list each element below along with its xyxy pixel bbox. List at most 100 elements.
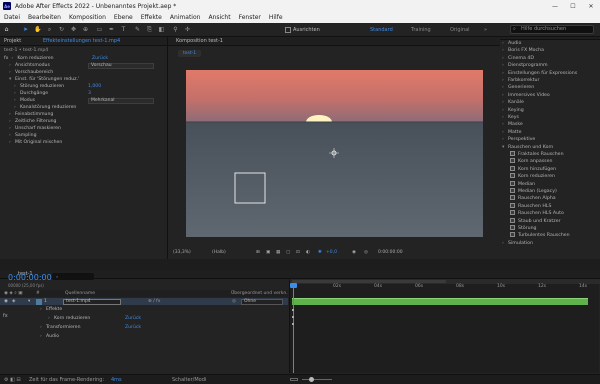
audio-icon[interactable]: ◈ [12,298,15,305]
layer-duration-bar[interactable] [292,298,588,305]
timeline-property-row[interactable]: › Korn reduzieren [48,316,90,322]
effect-property-row[interactable]: › Zeitliche Filterung [9,119,169,125]
timeline-property-row[interactable]: › Audio [40,334,59,340]
menu-ebene[interactable]: Ebene [114,14,133,21]
align-checkbox[interactable] [285,27,291,33]
zoom-out-icon[interactable] [290,378,298,381]
workspace-more[interactable]: » [484,27,487,33]
menu-animation[interactable]: Animation [170,14,201,21]
menu-hilfe[interactable]: Hilfe [269,14,283,21]
layer-name[interactable]: test-1.mp4 [63,298,121,305]
minimize-button[interactable]: — [546,3,564,10]
mask-icon[interactable]: ▣ [266,248,270,257]
current-time[interactable]: 0:00:00:00 [378,248,403,257]
selection-tool-icon[interactable]: ➤ [22,26,29,33]
timeline-timecode[interactable]: 0:00:00:00 [8,273,52,282]
pen-tool-icon[interactable]: ✒ [108,26,115,33]
maximize-button[interactable]: ☐ [564,3,582,10]
property-value[interactable]: 3 [88,91,91,97]
camera-tool-icon[interactable]: ✥ [70,26,77,33]
menu-fenster[interactable]: Fenster [239,14,261,21]
keyframe-marker[interactable] [292,316,294,318]
workspace-training[interactable]: Training [411,27,431,33]
keyframe-marker[interactable] [292,309,294,311]
magnification-dropdown[interactable]: (33,3%) [173,248,191,257]
zoom-slider[interactable] [302,379,332,380]
timeline-property-value[interactable]: Zurück [125,325,141,331]
playhead[interactable] [293,284,294,373]
eraser-tool-icon[interactable]: ◧ [158,26,165,33]
help-search-input[interactable]: ⌕ Hilfe durchsuchen [510,25,594,34]
channel-icon[interactable]: ◐ [306,248,310,257]
effect-item[interactable]: › Simulation [502,240,533,248]
col-parent[interactable]: Übergeordnet und verkn. [231,290,288,297]
keyframe-marker[interactable] [292,323,294,325]
effect-property-row[interactable]: › Unscharf maskieren [9,126,169,132]
effect-property-row[interactable]: › Mit Original mischen [9,140,169,146]
property-dropdown[interactable]: Mehrkanal [88,98,154,104]
time-ruler[interactable]: 0s02s04s06s08s10s12s14s [290,284,600,292]
timeline-property-row[interactable]: › Transformieren [40,325,80,331]
zoom-slider-handle[interactable] [309,377,314,382]
zoom-tool-icon[interactable]: ⌕ [46,26,53,33]
tab-effect-controls[interactable]: Effekteinstellungen test-1.mp4 [43,38,120,44]
comp-tab[interactable]: Komposition test-1 [176,38,223,44]
playhead-handle[interactable] [290,283,297,288]
transparency-icon[interactable]: ▦ [276,248,280,257]
close-button[interactable]: ✕ [582,3,600,10]
menu-effekte[interactable]: Effekte [141,14,162,21]
rotate-tool-icon[interactable]: ↻ [58,26,65,33]
status-icons[interactable]: ⚙ ◧ ⊟ [4,377,21,383]
effect-property-row[interactable]: › Vorschaubereich [9,70,169,76]
layer-row[interactable]: ◉ ◈ ▾ 1 test-1.mp4 ⊕ / fx ◎ Ohne [0,298,288,305]
label-color-swatch[interactable] [36,298,42,305]
effect-property-row[interactable]: › Kanalstörung reduzieren [14,105,174,111]
property-value[interactable]: 1,000 [88,84,101,90]
effect-item-label: Median (Legacy) [518,189,557,194]
clone-tool-icon[interactable]: ⎘ [146,26,153,33]
snapshot-icon[interactable]: ◉ [352,248,356,257]
toggle-switches-modes[interactable]: Schalter/Modi [172,377,206,383]
resolution-dropdown[interactable]: (Halb) [212,248,226,257]
effect-property-row[interactable]: fx › Korn reduzieren [4,56,164,62]
tab-project[interactable]: Projekt [4,38,21,44]
effect-property-row[interactable]: › Sampling [9,133,169,139]
exposure-value[interactable]: +0,0 [326,248,337,257]
effect-property-row[interactable]: › Feinabstimmung [9,112,169,118]
effect-property-row[interactable]: › Durchgänge [14,91,174,97]
puppet-tool-icon[interactable]: ✢ [184,26,191,33]
menu-ansicht[interactable]: Ansicht [208,14,230,21]
comp-subtab[interactable]: test-1 [178,50,202,57]
property-dropdown[interactable]: Vorschau [88,63,154,69]
hand-tool-icon[interactable]: ✋ [34,26,41,33]
effect-property-row[interactable]: ▾ Einst. für 'Störungen reduz.' [9,77,169,83]
roto-tool-icon[interactable]: ⚲ [172,26,179,33]
menu-datei[interactable]: Datei [4,14,20,21]
grid-icon[interactable]: ⊞ [256,248,260,257]
timeline-property-value[interactable]: Zurück [125,316,141,322]
visibility-icon[interactable]: ◉ [4,298,8,305]
show-snapshot-icon[interactable]: ◎ [364,248,368,257]
pan-behind-tool-icon[interactable]: ⊕ [82,26,89,33]
home-icon[interactable]: ⌂ [3,26,10,33]
workspace-standard[interactable]: Standard [370,27,393,33]
menu-bearbeiten[interactable]: Bearbeiten [28,14,61,21]
layer-switches[interactable]: ⊕ / fx [148,298,160,305]
timeline-search-input[interactable]: ⌕ [52,273,94,280]
property-value[interactable]: Zurück [92,56,108,62]
workspace-original[interactable]: Original [450,27,470,33]
rectangle-tool-icon[interactable]: ▭ [96,26,103,33]
text-tool-icon[interactable]: T [120,26,127,33]
parent-pick-icon[interactable]: ◎ [232,298,236,305]
exposure-icon[interactable]: ✱ [318,248,322,257]
timeline-property-row[interactable]: › Effekte [40,307,62,313]
expand-chevron-icon[interactable]: ▾ [28,298,30,305]
parent-dropdown[interactable]: Ohne [241,298,283,305]
region-icon[interactable]: ▢ [286,248,290,257]
effect-icon [510,210,515,216]
work-area-range[interactable] [292,280,446,283]
brush-tool-icon[interactable]: ✎ [134,26,141,33]
col-source-name[interactable]: Quellenname [65,290,95,297]
guides-icon[interactable]: ⊡ [296,248,300,257]
menu-komposition[interactable]: Komposition [69,14,106,21]
